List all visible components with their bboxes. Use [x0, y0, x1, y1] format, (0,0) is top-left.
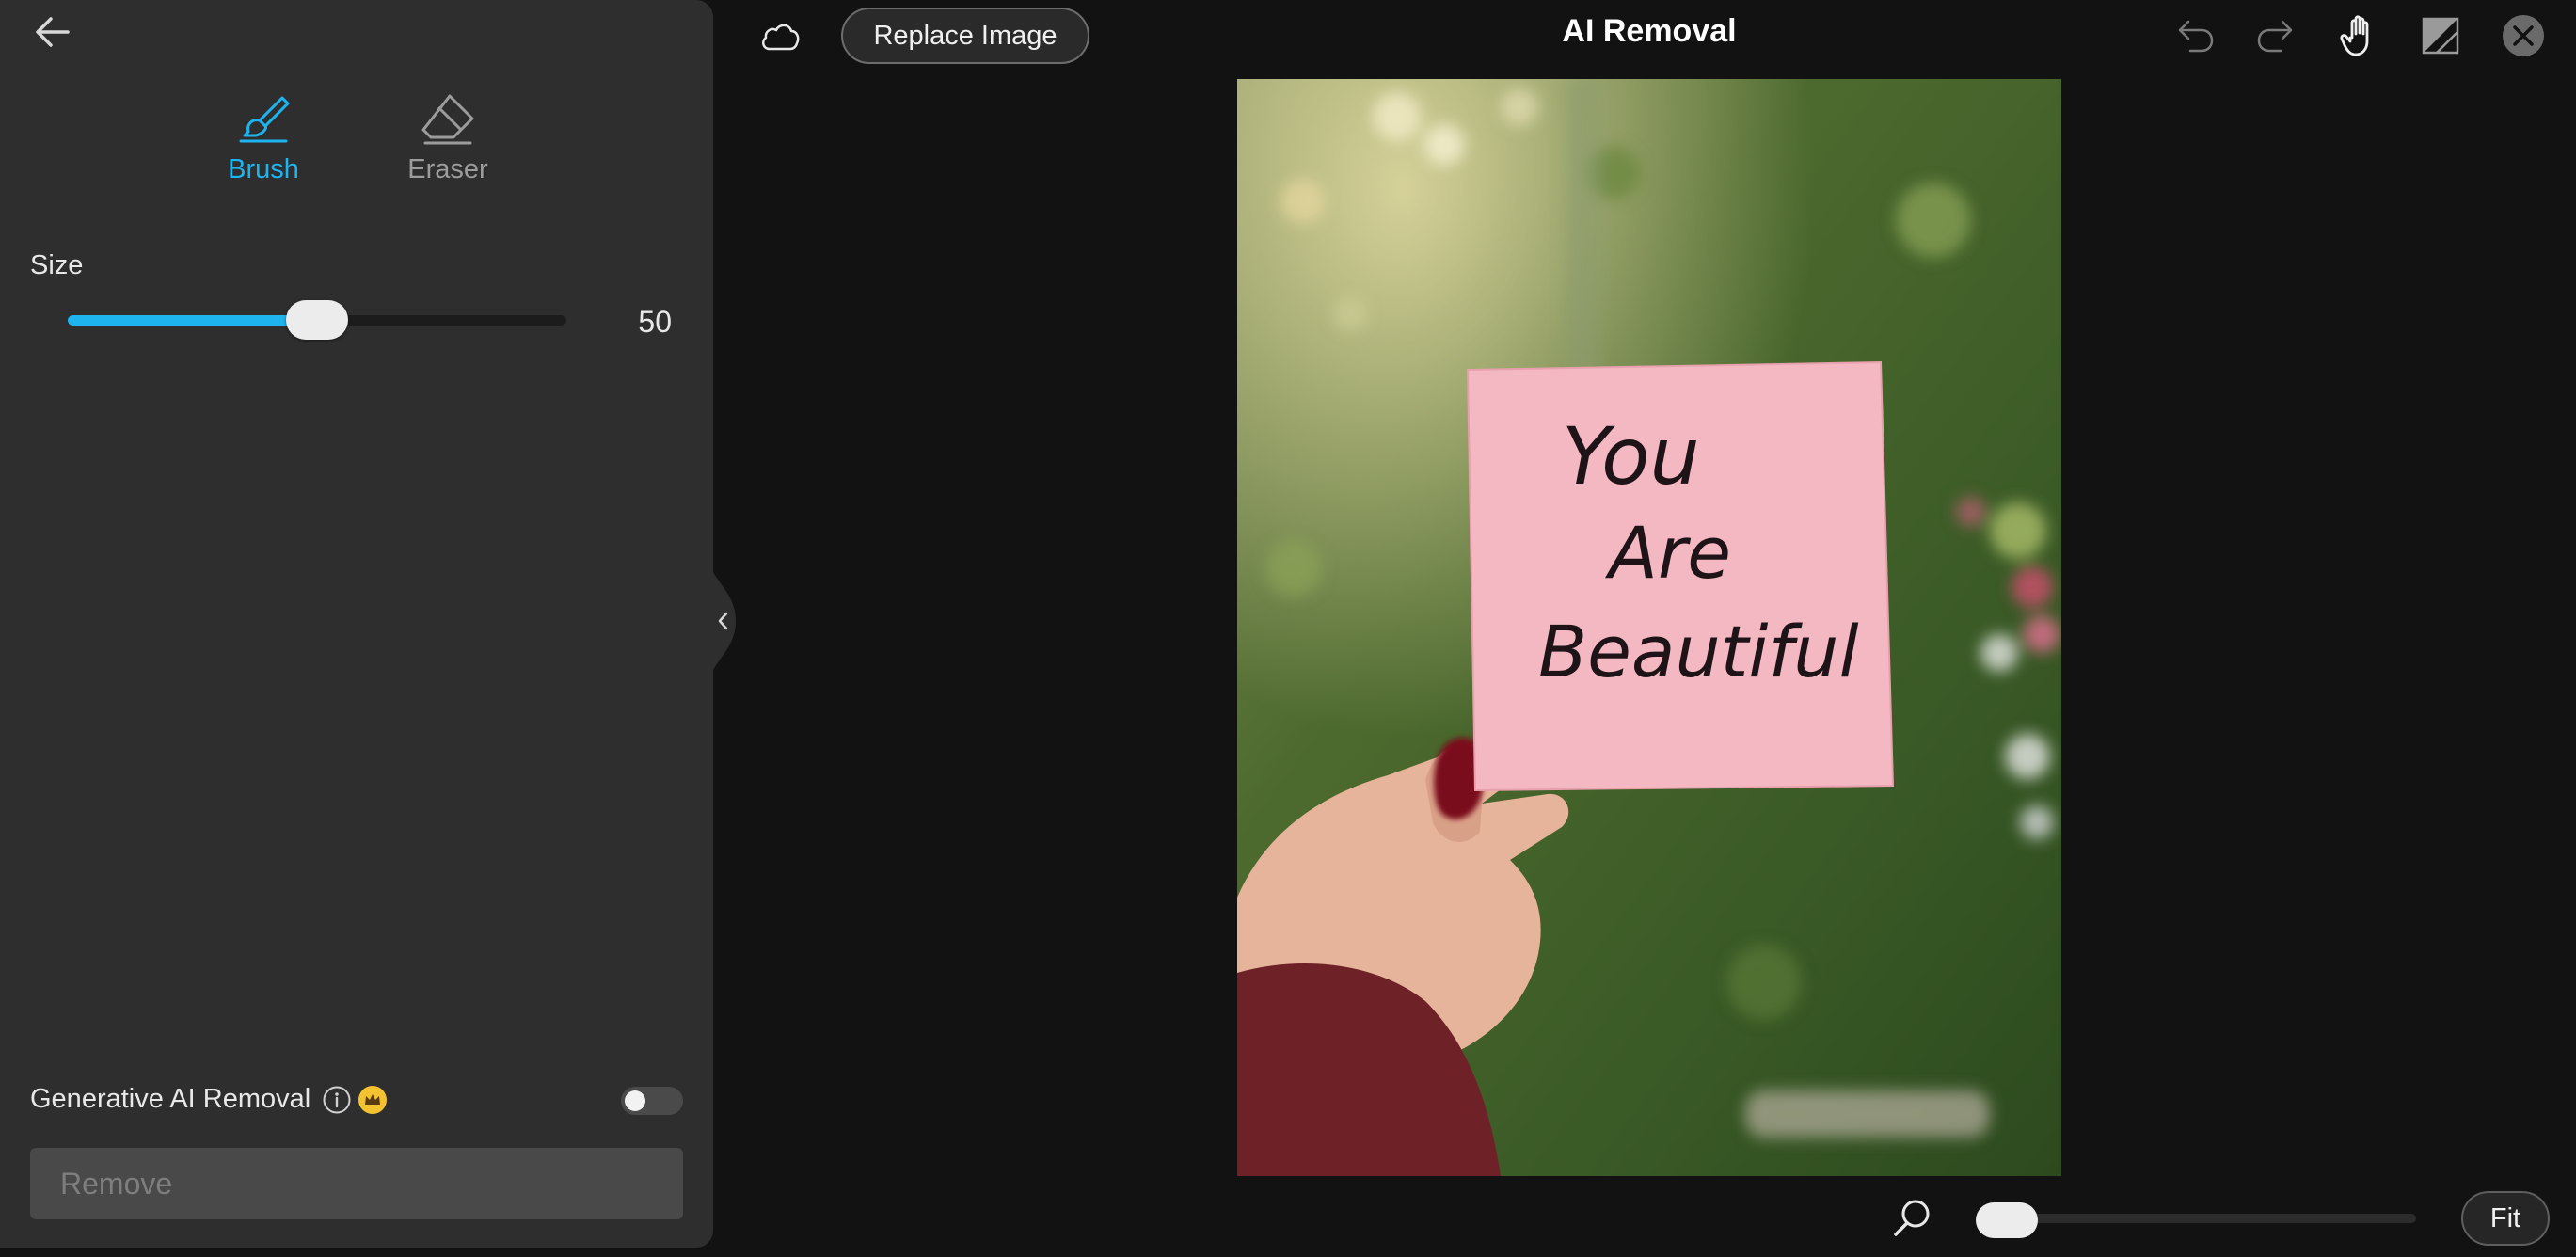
fit-button[interactable]: Fit — [2461, 1191, 2550, 1246]
back-button[interactable] — [32, 13, 73, 51]
close-icon — [2503, 15, 2544, 56]
zoom-slider-track — [1976, 1214, 2416, 1223]
canvas-image[interactable]: You Are Beautiful — [1237, 79, 2061, 1176]
note-line-1: You — [1562, 410, 1700, 502]
remove-button[interactable]: Remove — [30, 1148, 683, 1219]
compare-button[interactable] — [2418, 13, 2463, 58]
note-line-3: Beautiful — [1538, 610, 1859, 693]
generative-ai-removal-label: Generative AI Removal — [30, 1084, 311, 1114]
size-value: 50 — [638, 305, 672, 339]
premium-crown-icon — [358, 1085, 388, 1115]
generative-ai-toggle[interactable] — [621, 1087, 683, 1115]
redo-button[interactable] — [2254, 13, 2299, 58]
undo-button[interactable] — [2171, 13, 2217, 58]
toggle-knob — [625, 1090, 645, 1111]
size-slider-thumb[interactable] — [286, 300, 348, 340]
hand-icon — [2340, 15, 2369, 56]
eraser-label: Eraser — [407, 154, 488, 184]
eraser-icon — [421, 94, 474, 145]
size-slider-fill — [68, 315, 317, 326]
redo-icon — [2257, 20, 2293, 53]
page-title: AI Removal — [1562, 13, 1737, 49]
back-arrow-icon — [36, 17, 70, 47]
pan-hand-button[interactable] — [2337, 13, 2382, 58]
size-label: Size — [30, 250, 84, 280]
brush-tool[interactable]: Brush — [207, 90, 320, 185]
size-slider[interactable] — [68, 300, 566, 340]
cloud-icon — [761, 24, 800, 51]
brush-label: Brush — [228, 154, 299, 184]
undo-icon — [2178, 20, 2214, 53]
replace-image-button[interactable]: Replace Image — [841, 8, 1089, 64]
close-button[interactable] — [2501, 13, 2546, 58]
collapse-panel-button[interactable] — [708, 551, 745, 691]
sticky-note: You Are Beautiful — [1466, 360, 1895, 792]
note-line-2: Are — [1604, 511, 1731, 595]
cloud-button[interactable] — [758, 19, 802, 56]
eraser-tool[interactable]: Eraser — [391, 90, 504, 185]
zoom-button[interactable] — [1891, 1197, 1934, 1240]
zoom-slider-thumb[interactable] — [1976, 1202, 2038, 1238]
magnifier-icon — [1894, 1200, 1930, 1236]
info-icon[interactable] — [322, 1085, 352, 1115]
zoom-slider[interactable] — [1976, 1202, 2416, 1238]
left-panel: Brush Eraser Size 50 Generative AI Remov… — [0, 0, 713, 1248]
compare-icon — [2422, 17, 2459, 55]
brush-icon — [239, 96, 290, 143]
